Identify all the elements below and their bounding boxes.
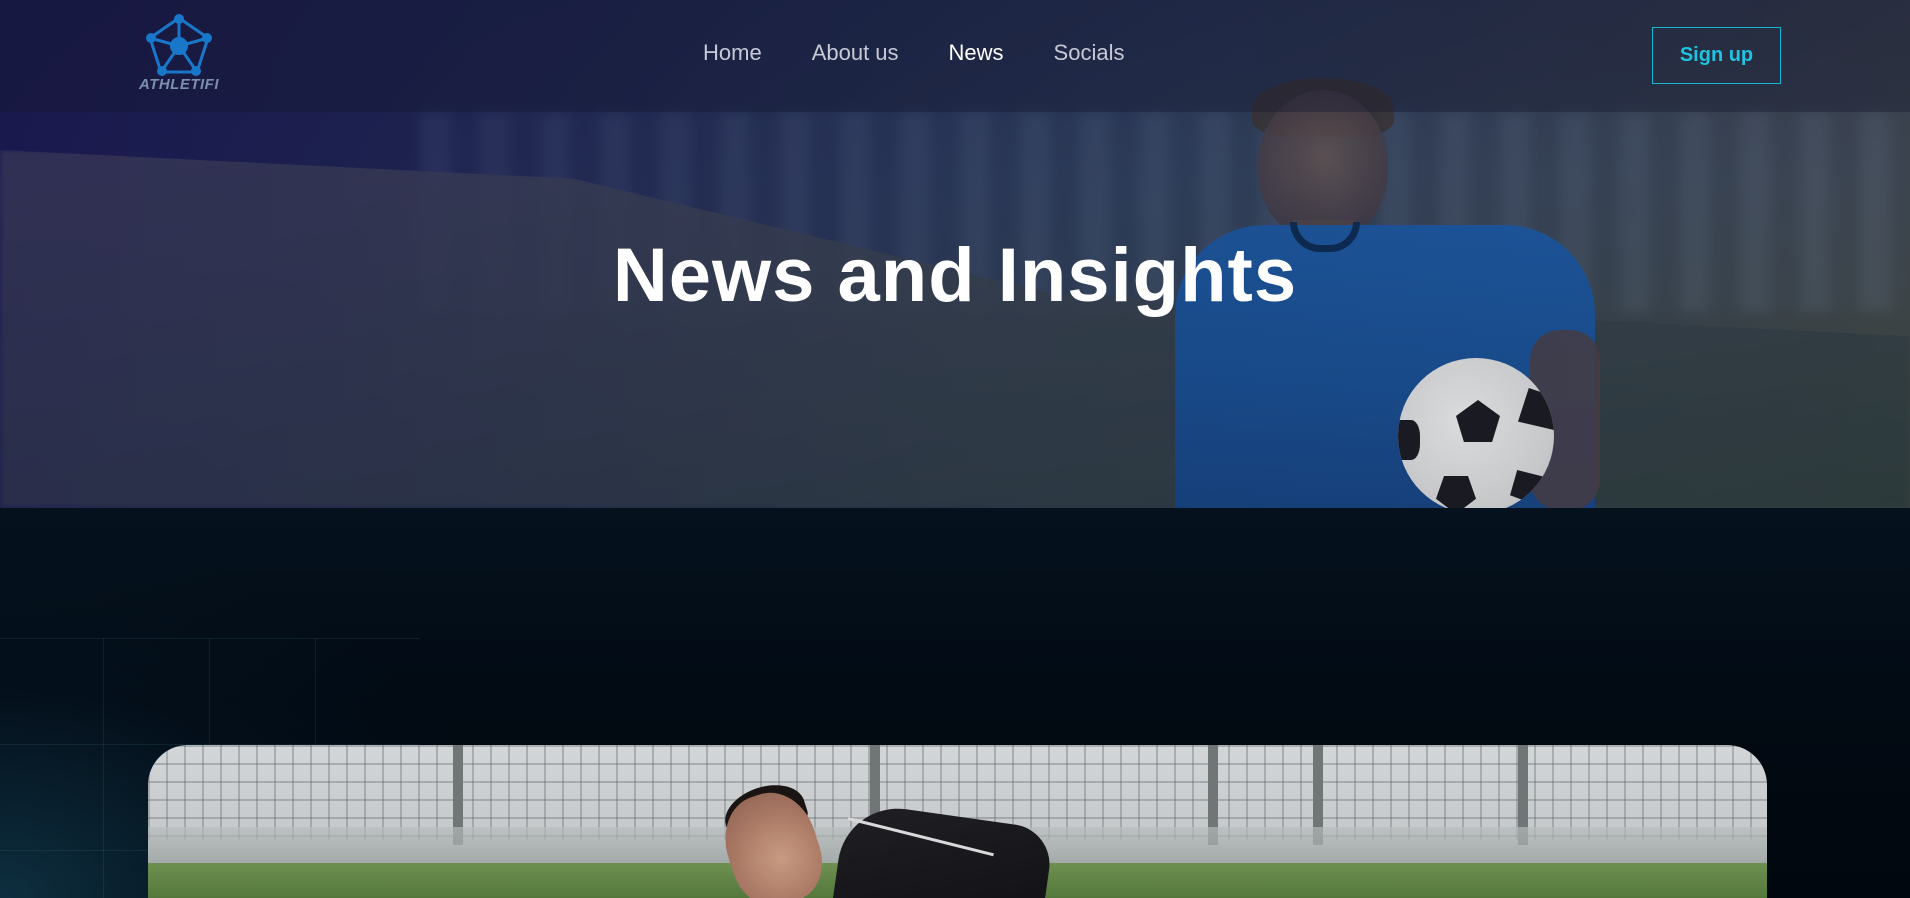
athletifi-logo[interactable]: ATHLETIFI (132, 14, 226, 96)
nav-link-home[interactable]: Home (703, 40, 762, 66)
top-navbar: ATHLETIFI Home About us News Socials Sig… (0, 0, 1910, 112)
logo-text: ATHLETIFI (138, 76, 220, 93)
featured-news-card[interactable] (148, 745, 1767, 898)
main-nav: Home About us News Socials (703, 40, 1124, 66)
page-title: News and Insights (612, 233, 1298, 318)
page: News and Insights ATHLETIFI Home About u… (0, 0, 1910, 898)
nav-link-about-us[interactable]: About us (812, 40, 899, 66)
pentagon-network-logo-icon (146, 14, 212, 76)
sign-up-button[interactable]: Sign up (1652, 27, 1781, 84)
nav-link-socials[interactable]: Socials (1054, 40, 1125, 66)
nav-link-news[interactable]: News (949, 40, 1004, 66)
